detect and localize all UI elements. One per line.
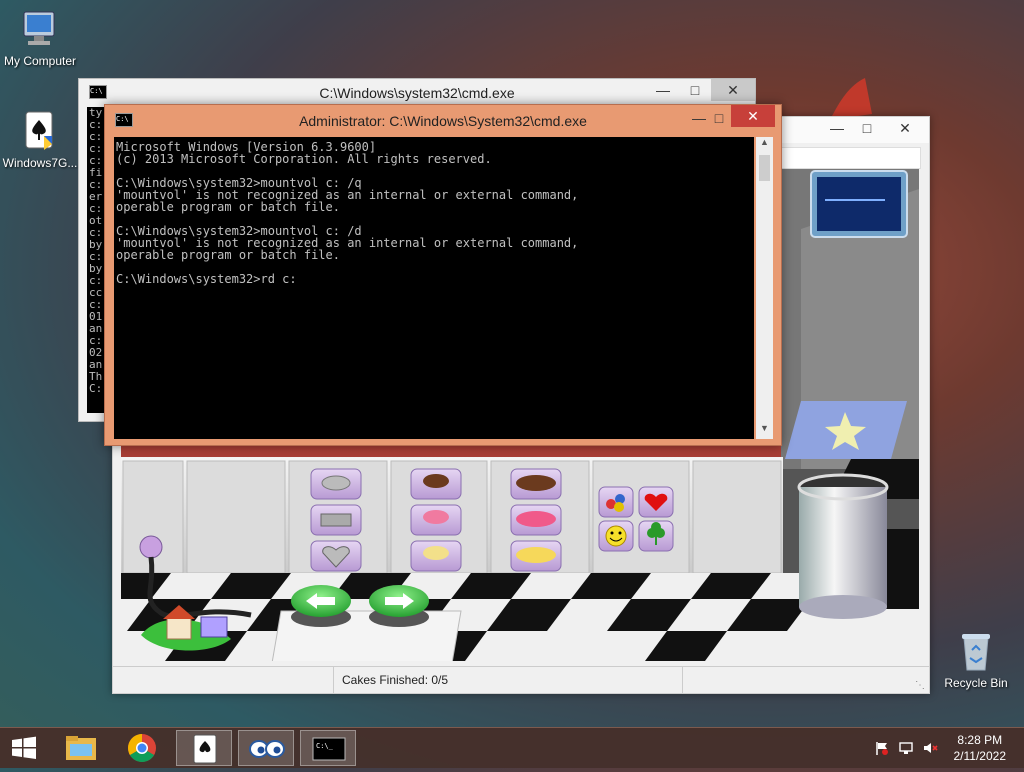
cmd-back-titlebar[interactable]: C:\ C:\Windows\system32\cmd.exe — □ ✕ <box>79 79 755 105</box>
solitaire-icon <box>18 110 62 154</box>
cakes-finished-status: Cakes Finished: 0/5 <box>333 667 683 693</box>
desktop-icon-label: Recycle Bin <box>944 676 1008 690</box>
desktop-icon-label: Windows7G... <box>2 156 78 170</box>
console-line: operable program or batch file. <box>116 248 340 262</box>
minimize-button[interactable]: — <box>821 117 853 139</box>
clock-time: 8:28 PM <box>957 733 1003 747</box>
console-line: operable program or batch file. <box>116 200 340 214</box>
svg-text:C:\_: C:\_ <box>316 742 334 750</box>
cmd-front-console[interactable]: Microsoft Windows [Version 6.3.9600] (c) … <box>114 137 754 439</box>
console-line: C:\Windows\system32>rd c: <box>116 272 297 286</box>
scroll-thumb[interactable] <box>759 155 770 181</box>
clock[interactable]: 8:28 PM 2/11/2022 <box>954 732 1007 764</box>
desktop-icon-my-computer[interactable]: My Computer <box>0 8 80 68</box>
close-button[interactable]: ✕ <box>711 79 755 101</box>
desktop-icon-label: My Computer <box>3 54 77 68</box>
cmd-window-admin[interactable]: C:\ Administrator: C:\Windows\System32\c… <box>104 104 782 446</box>
computer-icon <box>18 8 62 52</box>
folder-icon <box>66 736 96 760</box>
cmd-icon: C:\_ <box>312 737 346 761</box>
minimize-button[interactable]: — <box>647 79 679 101</box>
recycle-bin-icon <box>954 630 998 674</box>
game-statusbar: Cakes Finished: 0/5 ⋱ <box>113 666 929 693</box>
chrome-icon <box>128 734 156 762</box>
taskbar-eyes-app[interactable] <box>238 730 294 766</box>
vertical-scrollbar[interactable]: ▲ ▼ <box>756 137 773 439</box>
cmd-front-titlebar[interactable]: C:\ Administrator: C:\Windows\System32\c… <box>105 105 781 135</box>
volume-muted-icon[interactable] <box>922 740 938 756</box>
scroll-up-arrow-icon[interactable]: ▲ <box>756 137 773 153</box>
close-button[interactable]: ✕ <box>883 117 927 139</box>
desktop-icon-recycle-bin[interactable]: Recycle Bin <box>936 630 1016 690</box>
desktop-icon-windows7games[interactable]: Windows7G... <box>0 110 80 170</box>
console-line: (c) 2013 Microsoft Corporation. All righ… <box>116 152 492 166</box>
taskbar-cmd[interactable]: C:\_ <box>300 730 356 766</box>
resize-grip-icon[interactable]: ⋱ <box>915 680 925 691</box>
cmd-front-title: Administrator: C:\Windows\System32\cmd.e… <box>299 113 587 129</box>
solitaire-icon <box>193 734 217 764</box>
windows-logo-icon <box>12 736 36 759</box>
scroll-down-arrow-icon[interactable]: ▼ <box>756 423 773 439</box>
maximize-button[interactable]: □ <box>679 79 711 101</box>
taskbar-file-explorer[interactable] <box>54 730 110 766</box>
close-button[interactable]: ✕ <box>731 105 775 127</box>
taskbar-chrome[interactable] <box>114 730 170 766</box>
start-button[interactable] <box>0 730 48 766</box>
maximize-button[interactable]: □ <box>851 117 883 139</box>
taskbar: C:\_ 8:28 PM 2/11/2022 <box>0 727 1024 768</box>
taskbar-solitaire[interactable] <box>176 730 232 766</box>
action-center-flag-icon[interactable] <box>874 740 890 756</box>
network-icon[interactable] <box>898 740 914 756</box>
eyes-icon <box>249 740 285 758</box>
clock-date: 2/11/2022 <box>953 749 1007 763</box>
